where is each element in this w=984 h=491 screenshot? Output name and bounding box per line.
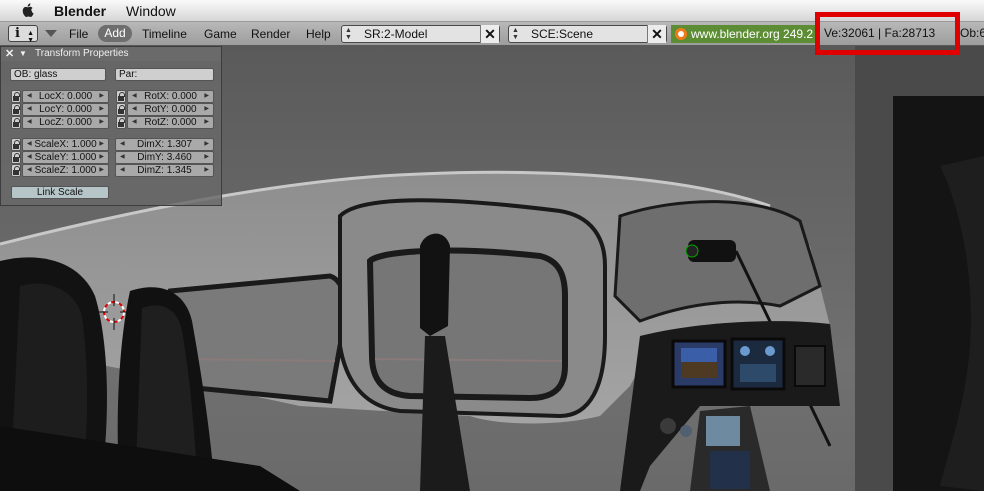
updown-arrows-icon: ▲ ▼ — [512, 27, 519, 41]
object-stats-truncated: Ob:6 — [960, 26, 984, 40]
panel-title-bar[interactable]: ✕ ▼ Transform Properties — [1, 47, 221, 61]
panel-title: Transform Properties — [35, 48, 129, 59]
window-menu[interactable]: Window — [126, 3, 176, 19]
close-icon[interactable]: ✕ — [647, 25, 666, 43]
lock-icon[interactable] — [11, 90, 21, 103]
stats-highlight-box — [815, 12, 960, 55]
menu-render[interactable]: Render — [251, 27, 290, 41]
transform-properties-panel[interactable]: ✕ ▼ Transform Properties OB: glass Par: … — [0, 46, 222, 206]
loc-z-field[interactable]: ◀ LocZ: 0.000 ▶ — [22, 116, 109, 129]
lock-icon[interactable] — [11, 116, 21, 129]
info-icon: i — [15, 26, 20, 41]
window-type-button[interactable]: i ▲ ▼ — [8, 25, 38, 44]
rot-z-field[interactable]: ◀ RotZ: 0.000 ▶ — [127, 116, 214, 129]
lock-icon[interactable] — [116, 103, 126, 116]
scale-z-field[interactable]: ◀ ScaleZ: 1.000 ▶ — [22, 164, 109, 177]
link-scale-button[interactable]: Link Scale — [11, 186, 109, 199]
blender-logo-icon — [675, 28, 687, 40]
screen-name[interactable]: SR:2-Model — [364, 26, 427, 42]
lock-icon[interactable] — [116, 90, 126, 103]
close-icon[interactable]: ✕ — [480, 25, 499, 43]
scene-selector[interactable]: ▲ ▼ SCE:Scene ✕ — [508, 25, 667, 43]
lock-icon[interactable] — [11, 151, 21, 164]
menu-help[interactable]: Help — [306, 27, 331, 41]
scene-name[interactable]: SCE:Scene — [531, 26, 593, 42]
object-name-field[interactable]: OB: glass — [10, 68, 106, 81]
lock-icon[interactable] — [11, 103, 21, 116]
lock-icon[interactable] — [11, 138, 21, 151]
apple-icon[interactable] — [20, 2, 36, 18]
dim-x-field[interactable]: ◀ DimX: 1.307 ▶ — [115, 138, 214, 151]
collapse-triangle-icon[interactable]: ▼ — [19, 47, 27, 61]
lock-icon[interactable] — [11, 164, 21, 177]
parent-field[interactable]: Par: — [115, 68, 214, 81]
menu-file[interactable]: File — [69, 27, 88, 41]
lock-icon[interactable] — [116, 116, 126, 129]
updown-arrows-icon: ▲ ▼ — [27, 30, 34, 44]
menu-game[interactable]: Game — [204, 27, 237, 41]
app-menu[interactable]: Blender — [54, 3, 106, 19]
menu-triangle-icon[interactable] — [45, 30, 57, 37]
rot-x-field[interactable]: ◀ RotX: 0.000 ▶ — [127, 90, 214, 103]
loc-x-field[interactable]: ◀ LocX: 0.000 ▶ — [22, 90, 109, 103]
screen-selector[interactable]: ▲ ▼ SR:2-Model ✕ — [341, 25, 500, 43]
updown-arrows-icon: ▲ ▼ — [345, 27, 352, 41]
scale-y-field[interactable]: ◀ ScaleY: 1.000 ▶ — [22, 151, 109, 164]
loc-y-field[interactable]: ◀ LocY: 0.000 ▶ — [22, 103, 109, 116]
close-icon[interactable]: ✕ — [5, 47, 14, 61]
rot-y-field[interactable]: ◀ RotY: 0.000 ▶ — [127, 103, 214, 116]
menu-add[interactable]: Add — [98, 25, 132, 42]
dim-y-field[interactable]: ◀ DimY: 3.460 ▶ — [115, 151, 214, 164]
menu-timeline[interactable]: Timeline — [142, 27, 187, 41]
site-text: www.blender.org 249.2 — [691, 27, 814, 41]
dim-z-field[interactable]: ◀ DimZ: 1.345 ▶ — [115, 164, 214, 177]
scale-x-field[interactable]: ◀ ScaleX: 1.000 ▶ — [22, 138, 109, 151]
version-info: www.blender.org 249.2 — [671, 25, 818, 43]
